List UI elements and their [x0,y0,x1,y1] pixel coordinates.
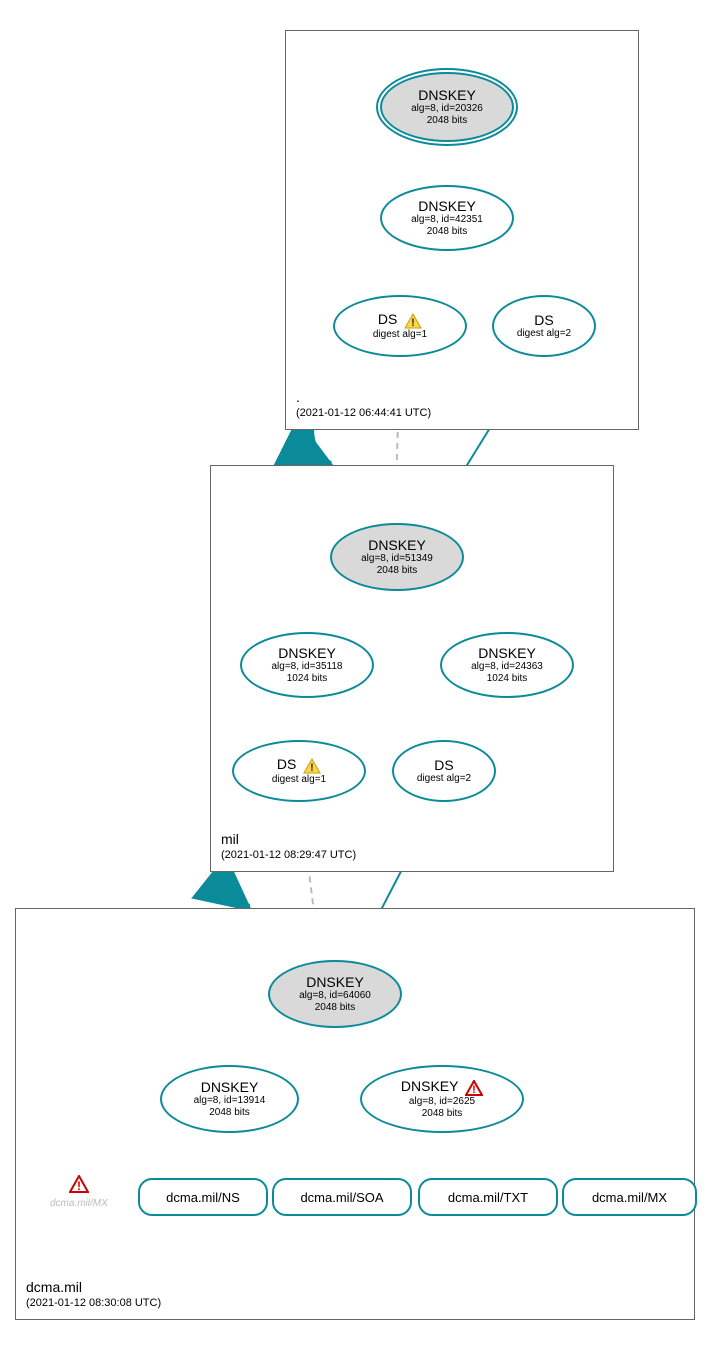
zone-mil-label: mil [221,831,239,847]
label: digest alg=1 [272,774,326,786]
label: alg=8, id=2625 [409,1096,475,1108]
label: 2048 bits [315,1002,356,1014]
node-dcma-zsk2[interactable]: DNSKEY ! alg=8, id=2625 2048 bits [360,1065,524,1133]
label: alg=8, id=13914 [194,1095,266,1107]
label: 2048 bits [209,1107,250,1119]
label: DNSKEY [278,645,336,662]
node-root-ds2[interactable]: DS digest alg=2 [492,295,596,357]
zone-root-label: . [296,389,300,405]
label: DNSKEY [306,974,364,991]
node-mil-ds2[interactable]: DS digest alg=2 [392,740,496,802]
svg-text:!: ! [411,317,415,329]
label: 1024 bits [487,673,528,685]
label: DNSKEY [368,537,426,554]
label: DNSKEY [201,1079,259,1096]
label: alg=8, id=20326 [411,103,483,115]
label: alg=8, id=42351 [411,214,483,226]
label: 2048 bits [422,1108,463,1120]
node-root-ds1[interactable]: DS ! digest alg=1 [333,295,467,357]
node-root-ksk[interactable]: DNSKEY alg=8, id=20326 2048 bits [380,72,514,142]
label: 2048 bits [427,226,468,238]
label: DNSKEY [418,198,476,215]
zone-root-timestamp: (2021-01-12 06:44:41 UTC) [296,407,431,419]
label: digest alg=1 [373,329,427,341]
node-dcma-ksk[interactable]: DNSKEY alg=8, id=64060 2048 bits [268,960,402,1028]
label: DNSKEY ! [401,1078,483,1095]
label: 2048 bits [427,115,468,127]
rr-soa[interactable]: dcma.mil/SOA [272,1178,412,1216]
node-mil-zsk1[interactable]: DNSKEY alg=8, id=35118 1024 bits [240,632,374,698]
label: DNSKEY [478,645,536,662]
svg-text:!: ! [310,762,314,774]
label: 1024 bits [287,673,328,685]
label: digest alg=2 [517,328,571,340]
warning-icon: ! [303,758,321,774]
label: DS [534,312,553,329]
zone-dcma-label: dcma.mil [26,1279,82,1295]
node-mil-ds1[interactable]: DS ! digest alg=1 [232,740,366,802]
label: DS [434,757,453,774]
zone-dcma-timestamp: (2021-01-12 08:30:08 UTC) [26,1297,161,1309]
label: dcma.mil/MX [592,1190,667,1205]
label: dcma.mil/NS [166,1190,240,1205]
label: alg=8, id=64060 [299,990,371,1002]
node-mil-ksk[interactable]: DNSKEY alg=8, id=51349 2048 bits [330,523,464,591]
label: alg=8, id=51349 [361,553,433,565]
label: DS ! [277,756,321,773]
error-icon: ! [69,1175,89,1193]
label: 2048 bits [377,565,418,577]
zone-mil-timestamp: (2021-01-12 08:29:47 UTC) [221,849,356,861]
rr-mx[interactable]: dcma.mil/MX [562,1178,697,1216]
node-mil-zsk2[interactable]: DNSKEY alg=8, id=24363 1024 bits [440,632,574,698]
label: dcma.mil/TXT [448,1190,528,1205]
node-dcma-zsk1[interactable]: DNSKEY alg=8, id=13914 2048 bits [160,1065,299,1133]
label: alg=8, id=24363 [471,661,543,673]
label: alg=8, id=35118 [272,661,343,673]
rr-ns[interactable]: dcma.mil/NS [138,1178,268,1216]
ghost-mx: ! dcma.mil/MX [50,1175,108,1209]
svg-text:!: ! [472,1084,476,1096]
error-icon: ! [465,1080,483,1096]
label: digest alg=2 [417,773,471,785]
ghost-mx-label: dcma.mil/MX [50,1198,108,1209]
label: DS ! [378,311,422,328]
label: dcma.mil/SOA [300,1190,383,1205]
label: DNSKEY [418,87,476,104]
svg-text:!: ! [77,1179,81,1193]
warning-icon: ! [404,313,422,329]
node-root-zsk[interactable]: DNSKEY alg=8, id=42351 2048 bits [380,185,514,251]
rr-txt[interactable]: dcma.mil/TXT [418,1178,558,1216]
